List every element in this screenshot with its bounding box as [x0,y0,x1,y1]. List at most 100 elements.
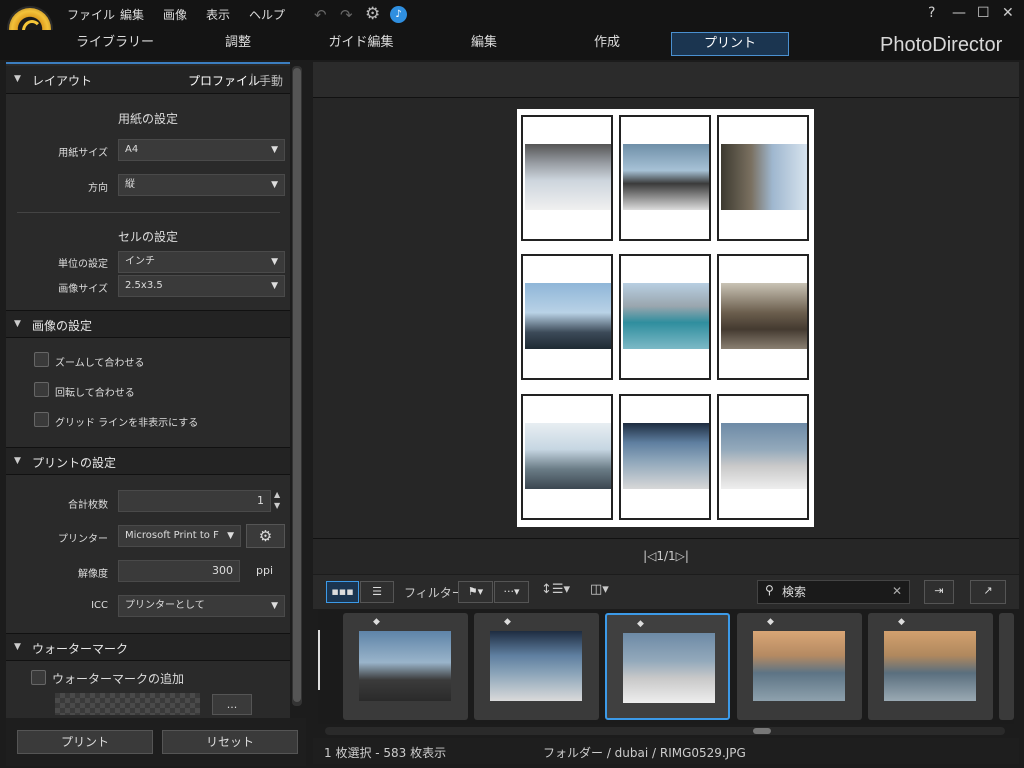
filmstrip-scrollbar[interactable] [325,727,1005,735]
print-cell[interactable] [619,394,711,520]
paper-heading: 用紙の設定 [117,112,178,126]
page-navigator[interactable]: |◁1/1▷| [313,538,1019,574]
photo-mall-interior [525,144,611,210]
print-cell[interactable] [521,115,613,241]
thumbnail-selected[interactable]: ◆ [605,613,730,720]
close-button[interactable]: ✕ [1002,5,1014,21]
unit-label: 単位の設定 [58,259,108,270]
undo-icon[interactable]: ↶ [314,6,327,24]
watermark-browse-button[interactable]: ... [212,694,252,715]
dropdown-arrow-icon: ▼ [271,281,278,291]
menu-edit[interactable]: 編集 [120,6,144,23]
thumbnail[interactable]: ◆ [343,613,468,720]
title-bar [0,0,1024,30]
printer-settings-gear-icon[interactable]: ⚙ [246,524,285,548]
image-size-value: 2.5x3.5 [125,280,163,291]
unit-dropdown[interactable]: インチ ▼ [118,251,285,273]
print-cell[interactable] [619,115,711,241]
tag-icon: ◆ [898,617,905,627]
minimize-button[interactable]: — [952,5,966,21]
printer-label: プリンター [58,534,108,545]
printer-dropdown[interactable]: Microsoft Print to F ▼ [118,525,241,547]
tab-edit[interactable]: 編集 [424,32,544,56]
thumb-image [884,631,976,701]
strip-view-icon[interactable]: ▪▪▪ [326,581,359,603]
thumb-image [753,631,845,701]
left-panel-scrollbar[interactable] [292,66,302,706]
clear-search-icon[interactable]: ✕ [892,584,902,598]
photo-observation-deck [623,144,709,210]
print-cell[interactable] [521,394,613,520]
image-size-dropdown[interactable]: 2.5x3.5 ▼ [118,275,285,297]
photo-tower-view [721,144,807,210]
search-input[interactable]: 検索 [757,580,910,604]
brand-name: PhotoDirector [880,34,1003,56]
settings-gear-icon[interactable]: ⚙ [365,4,380,24]
thumbnail[interactable]: ◆ [474,613,599,720]
cell-heading: セルの設定 [117,230,178,244]
help-button[interactable]: ? [928,5,935,21]
printer-value: Microsoft Print to F [125,530,219,541]
scrollbar-thumb[interactable] [753,728,771,734]
rotate-fit-label: 回転して合わせる [55,388,135,399]
mode-separator: | [250,72,255,86]
watermark-header[interactable]: ▼ ウォーターマーク [6,633,290,661]
mode-manual[interactable]: 手動 [259,72,283,89]
print-settings-title: プリントの設定 [32,456,117,470]
watermark-title: ウォーターマーク [32,642,129,656]
open-external-icon[interactable]: ↗ [970,580,1006,604]
divider [17,212,280,213]
stack-icon[interactable]: ◫▾ [590,582,609,597]
print-cell[interactable] [521,254,613,380]
hide-grid-checkbox[interactable] [34,412,49,427]
tab-guided-edit[interactable]: ガイド編集 [301,32,421,56]
tab-create[interactable]: 作成 [547,32,667,56]
print-cell[interactable] [717,394,809,520]
copies-stepper[interactable]: ▲ ▼ [274,489,280,511]
icc-dropdown[interactable]: プリンターとして ▼ [118,595,285,617]
rotate-fit-checkbox[interactable] [34,382,49,397]
paper-size-dropdown[interactable]: A4 ▼ [118,139,285,161]
tag-icon: ◆ [504,617,511,627]
print-page [517,109,814,527]
more-filter-icon[interactable]: ···▾ [494,581,529,603]
sort-icon[interactable]: ↕☰▾ [541,582,570,597]
image-size-label: 画像サイズ [58,284,108,295]
print-settings-header[interactable]: ▼ プリントの設定 [6,447,290,475]
dropdown-arrow-icon: ▼ [271,601,278,611]
orientation-dropdown[interactable]: 縦 ▼ [118,174,285,196]
resolution-label: 解像度 [78,569,108,580]
thumbnail[interactable]: ◆ [868,613,993,720]
tab-adjust[interactable]: 調整 [178,32,298,56]
print-cell[interactable] [619,254,711,380]
thumbnail[interactable]: ◆ [737,613,862,720]
menu-help[interactable]: ヘルプ [249,6,285,23]
notification-bell-icon[interactable]: ♪ [390,6,407,23]
add-watermark-checkbox[interactable] [31,670,46,685]
copies-input[interactable]: 1 [118,490,271,512]
menu-view[interactable]: 表示 [206,6,230,23]
maximize-button[interactable]: ☐ [977,5,990,21]
print-button[interactable]: プリント [17,730,153,754]
icc-value: プリンターとして [125,600,205,611]
photo-seagulls-2 [721,423,807,489]
print-cell[interactable] [717,115,809,241]
reset-button[interactable]: リセット [162,730,298,754]
resolution-input[interactable]: 300 [118,560,240,582]
tab-print[interactable]: プリント [671,32,789,56]
print-cell[interactable] [717,254,809,380]
export-icon[interactable]: ⇥ [924,580,954,604]
zoom-fit-checkbox[interactable] [34,352,49,367]
resolution-unit: ppi [256,564,274,577]
list-view-icon[interactable]: ☰ [360,581,394,603]
scrollbar-thumb[interactable] [293,68,301,702]
copies-label: 合計枚数 [68,500,108,511]
thumbnail-partial[interactable] [999,613,1014,720]
menu-file[interactable]: ファイル [67,6,115,23]
image-settings-header[interactable]: ▼ 画像の設定 [6,310,290,338]
menu-image[interactable]: 画像 [163,6,187,23]
redo-icon[interactable]: ↷ [340,6,353,24]
status-bar: 1 枚選択 - 583 枚表示 フォルダー / dubai / RIMG0529… [313,738,1019,764]
flag-filter-icon[interactable]: ⚑▾ [458,581,493,603]
tab-library[interactable]: ライブラリー [55,32,175,56]
